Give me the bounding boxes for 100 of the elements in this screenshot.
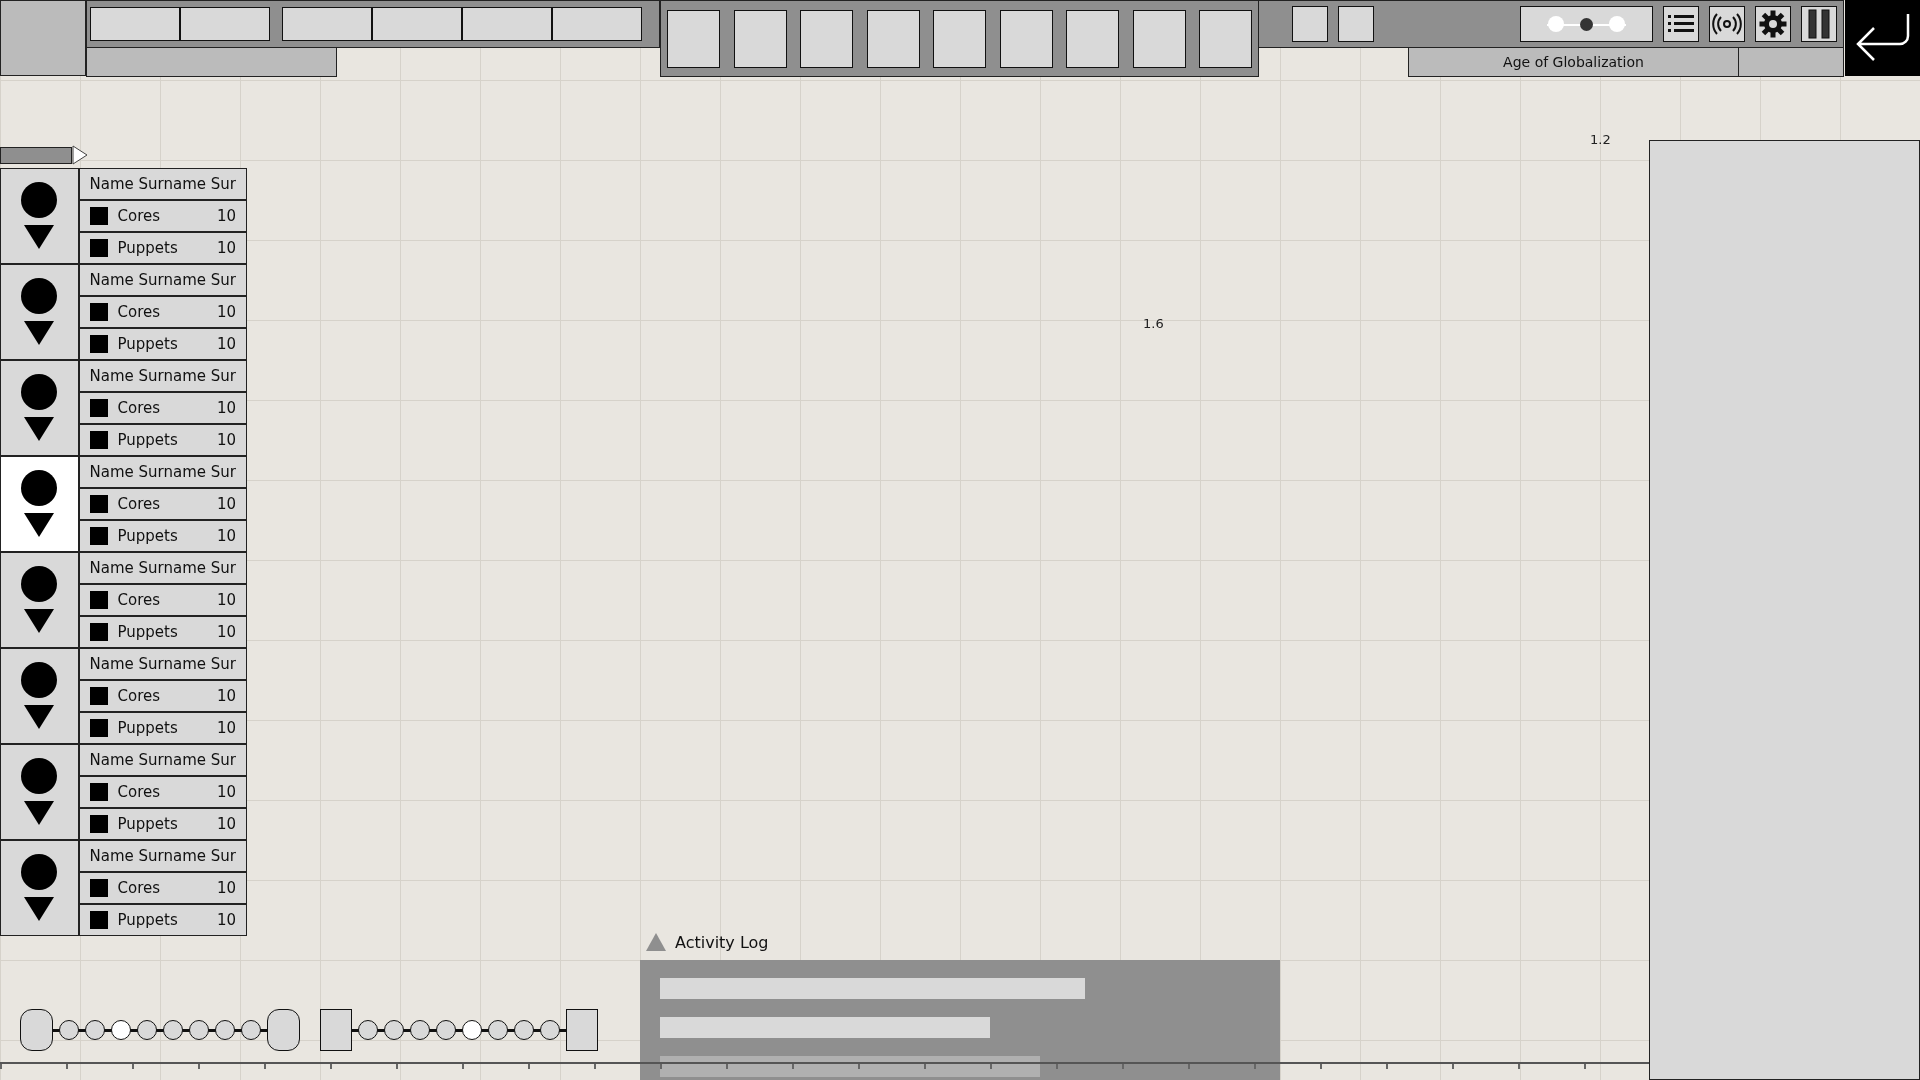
player-avatar-button[interactable] (0, 360, 79, 456)
settings-button[interactable] (1755, 6, 1791, 42)
stat-label: Puppets (117, 527, 178, 545)
timeline-end-button[interactable] (320, 1009, 352, 1051)
stat-value: 10 (216, 335, 236, 353)
square-icon (89, 399, 108, 417)
square-icon (89, 431, 108, 449)
stat-value: 10 (216, 591, 236, 609)
list-icon (1668, 14, 1694, 34)
stat-label: Puppets (117, 431, 178, 449)
square-icon (89, 783, 108, 801)
player-name: Name Surname Sur (89, 559, 236, 577)
list-button[interactable] (1663, 6, 1699, 42)
player-name: Name Surname Sur (89, 655, 236, 673)
player-avatar-button[interactable] (0, 648, 79, 744)
square-icon (89, 207, 108, 225)
stat-value: 10 (216, 687, 236, 705)
stat-value: 10 (216, 527, 236, 545)
player-name: Name Surname Sur (89, 271, 236, 289)
map-label: 1.2 (1590, 132, 1611, 147)
square-icon (89, 495, 108, 513)
triangle-right-icon[interactable] (72, 145, 88, 165)
era-label: Age of Globalization (1408, 47, 1739, 77)
broadcast-icon (1712, 13, 1742, 35)
avatar-icon (20, 757, 59, 827)
square-icon (89, 911, 108, 929)
tool-button[interactable] (733, 10, 787, 68)
avatar-icon (20, 373, 59, 443)
avatar-icon (20, 469, 59, 539)
stat-label: Cores (117, 687, 161, 705)
stat-label: Puppets (117, 911, 178, 929)
stat-value: 10 (216, 207, 236, 225)
avatar-icon (20, 181, 59, 251)
toolbar-button[interactable] (180, 7, 270, 41)
stat-label: Cores (117, 303, 161, 321)
stat-value: 10 (216, 431, 236, 449)
speed-control[interactable] (1520, 6, 1653, 42)
player-avatar-button[interactable] (0, 840, 79, 936)
stat-label: Cores (117, 783, 161, 801)
back-button[interactable] (1845, 0, 1920, 76)
activity-log-title: Activity Log (675, 932, 769, 952)
tool-button[interactable] (800, 10, 853, 68)
player-avatar-button[interactable] (0, 168, 79, 264)
stat-label: Cores (117, 879, 161, 897)
stat-label: Puppets (117, 719, 178, 737)
player-name: Name Surname Sur (89, 463, 236, 481)
tool-button[interactable] (933, 10, 986, 68)
square-icon (89, 815, 108, 833)
map-label: 1.6 (1143, 316, 1164, 331)
small-button[interactable] (1292, 6, 1328, 42)
toolbar-button[interactable] (462, 7, 552, 41)
player-avatar-button[interactable] (0, 264, 79, 360)
square-icon (89, 303, 108, 321)
tool-button[interactable] (999, 10, 1053, 68)
tool-button[interactable] (1132, 10, 1186, 68)
stat-value: 10 (216, 719, 236, 737)
player-name: Name Surname Sur (89, 847, 236, 865)
small-button[interactable] (1338, 6, 1374, 42)
toolbar-button[interactable] (282, 7, 372, 41)
player-avatar-button[interactable] (0, 744, 79, 840)
square-icon (89, 719, 108, 737)
square-icon (89, 623, 108, 641)
tool-button[interactable] (1199, 10, 1252, 68)
speed-dot[interactable] (1609, 16, 1625, 32)
stat-value: 10 (216, 239, 236, 257)
avatar-icon (20, 277, 59, 347)
broadcast-button[interactable] (1709, 6, 1745, 42)
speed-dot[interactable] (1580, 17, 1593, 31)
toolbar-button[interactable] (90, 7, 180, 41)
avatar-icon (20, 853, 59, 923)
stat-label: Puppets (117, 239, 178, 257)
player-avatar-button[interactable] (0, 456, 79, 552)
stat-label: Cores (117, 399, 161, 417)
timeline-end-button[interactable] (566, 1009, 598, 1051)
stat-value: 10 (216, 303, 236, 321)
stat-value: 10 (216, 623, 236, 641)
triangle-up-icon[interactable] (645, 932, 667, 952)
speed-dot[interactable] (1548, 16, 1564, 32)
stat-label: Cores (117, 207, 161, 225)
square-icon (89, 879, 108, 897)
tool-button[interactable] (1066, 10, 1119, 68)
tool-button[interactable] (667, 10, 720, 68)
square-icon (89, 591, 108, 609)
pause-button[interactable] (1801, 6, 1837, 42)
tool-button[interactable] (866, 10, 920, 68)
square-icon (89, 239, 108, 257)
stat-value: 10 (216, 879, 236, 897)
stat-value: 10 (216, 399, 236, 417)
avatar-icon (20, 565, 59, 635)
timeline-end-button[interactable] (267, 1009, 300, 1051)
toolbar-button[interactable] (552, 7, 642, 41)
player-avatar-button[interactable] (0, 552, 79, 648)
timeline-end-button[interactable] (20, 1009, 53, 1051)
stat-label: Cores (117, 495, 161, 513)
square-icon (89, 527, 108, 545)
pause-icon (1807, 9, 1831, 39)
toolbar-button[interactable] (372, 7, 462, 41)
settings-icon (1759, 10, 1787, 38)
stat-label: Puppets (117, 335, 178, 353)
stat-value: 10 (216, 495, 236, 513)
